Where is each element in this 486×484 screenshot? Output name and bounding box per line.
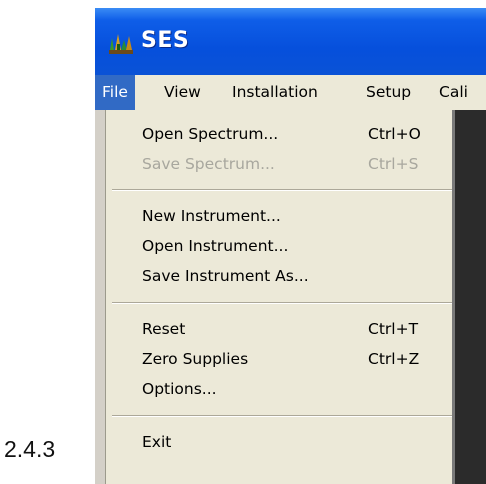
menu-item-open-spectrum[interactable]: Open Spectrum... Ctrl+O — [106, 119, 452, 149]
menu-installation[interactable]: Installation — [225, 75, 325, 110]
menu-shadow — [451, 110, 486, 484]
menu-item-save-spectrum: Save Spectrum... Ctrl+S — [106, 149, 452, 179]
menu-item-shortcut: Ctrl+S — [368, 155, 419, 173]
menu-item-reset[interactable]: Reset Ctrl+T — [106, 314, 452, 344]
menu-item-label: Exit — [142, 433, 172, 451]
menu-item-label: Open Instrument... — [142, 237, 289, 255]
menu-item-label: Save Instrument As... — [142, 267, 309, 285]
menu-item-save-instrument-as[interactable]: Save Instrument As... — [106, 261, 452, 291]
menu-item-zero-supplies[interactable]: Zero Supplies Ctrl+Z — [106, 344, 452, 374]
menu-separator — [112, 189, 452, 191]
menu-item-label: Options... — [142, 380, 217, 398]
menu-item-label: Zero Supplies — [142, 350, 249, 368]
menu-item-label: New Instrument... — [142, 207, 281, 225]
menu-item-label: Save Spectrum... — [142, 155, 275, 173]
window-title: SES — [141, 28, 190, 53]
menu-separator — [112, 415, 452, 417]
app-window: SES File View Installation Setup Cali Op… — [95, 8, 486, 484]
menu-calibration[interactable]: Cali — [432, 75, 475, 110]
menu-view[interactable]: View — [157, 75, 208, 110]
menu-item-shortcut: Ctrl+T — [368, 320, 419, 338]
menu-file[interactable]: File — [95, 75, 135, 110]
menu-separator — [112, 302, 452, 304]
menu-item-options[interactable]: Options... — [106, 374, 452, 404]
file-dropdown-menu: Open Spectrum... Ctrl+O Save Spectrum...… — [105, 110, 452, 484]
menu-item-label: Reset — [142, 320, 186, 338]
menu-item-new-instrument[interactable]: New Instrument... — [106, 201, 452, 231]
menu-item-open-instrument[interactable]: Open Instrument... — [106, 231, 452, 261]
menu-item-shortcut: Ctrl+Z — [368, 350, 420, 368]
menu-item-label: Open Spectrum... — [142, 125, 279, 143]
menu-item-shortcut: Ctrl+O — [368, 125, 421, 143]
menu-setup[interactable]: Setup — [359, 75, 418, 110]
ses-app-icon — [109, 34, 133, 54]
title-bar[interactable]: SES — [95, 8, 486, 75]
menu-item-exit[interactable]: Exit — [106, 427, 452, 457]
menu-bar: File View Installation Setup Cali — [95, 75, 486, 110]
section-number: 2.4.3 — [4, 436, 56, 462]
